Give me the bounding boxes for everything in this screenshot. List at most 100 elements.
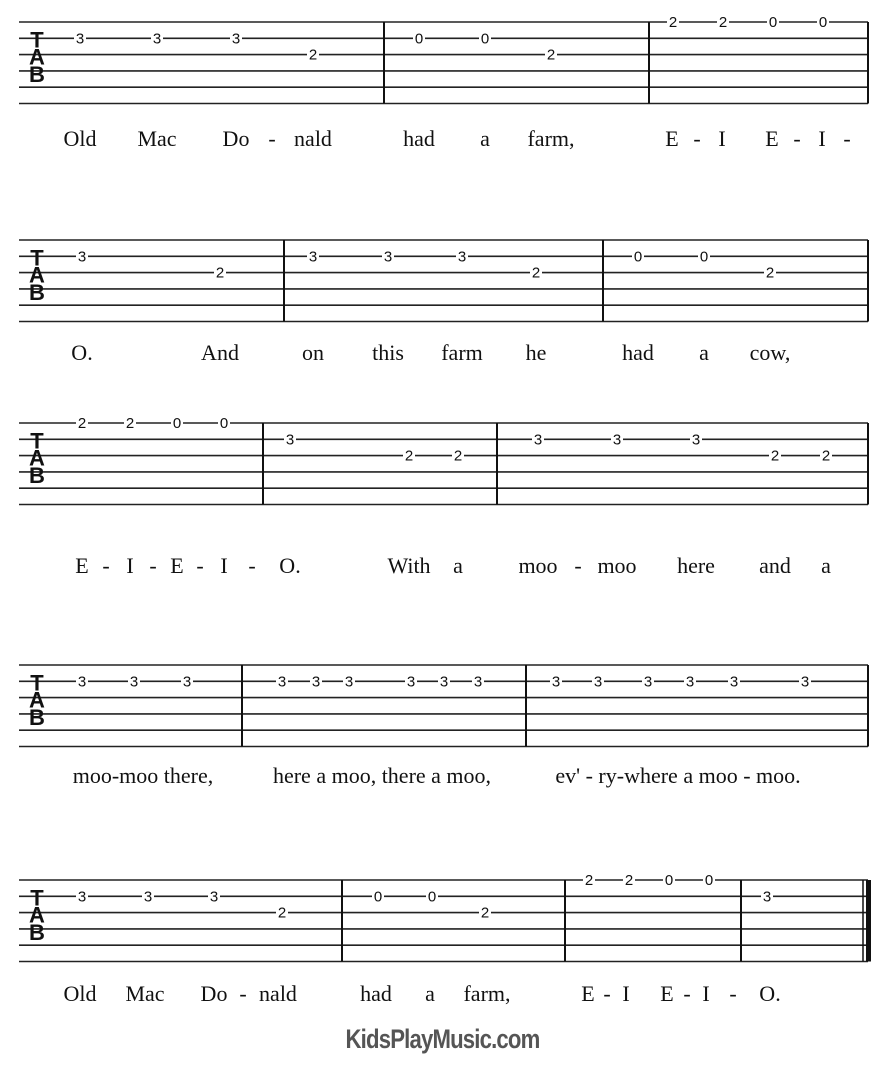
- fret-number: 3: [407, 673, 415, 690]
- fret-number: 0: [634, 248, 642, 265]
- lyric-hyphen: -: [603, 981, 611, 1006]
- fret-number: 3: [692, 431, 700, 448]
- lyric-syllable: E: [660, 981, 674, 1006]
- fret-number: 2: [78, 415, 86, 432]
- fret-number: 3: [183, 673, 191, 690]
- lyric-syllable: moo: [518, 553, 558, 578]
- fret-number: 2: [481, 905, 489, 922]
- fret-number: 3: [78, 673, 86, 690]
- lyric-syllable: I: [220, 553, 228, 578]
- fret-number: 2: [625, 872, 633, 889]
- lyric-syllable: moo: [597, 553, 637, 578]
- lyric-syllable: E: [581, 981, 595, 1006]
- lyric-hyphen: -: [268, 126, 276, 151]
- fret-number: 3: [144, 888, 152, 905]
- tab-clef-letter: B: [29, 705, 45, 730]
- fret-number: 3: [644, 673, 652, 690]
- lyric-syllable: I: [126, 553, 134, 578]
- lyric-hyphen: -: [683, 981, 691, 1006]
- fret-number: 3: [458, 248, 466, 265]
- lyric-syllable: on: [302, 340, 324, 365]
- fret-number: 2: [669, 14, 677, 31]
- fret-number: 3: [474, 673, 482, 690]
- lyric-syllable: farm,: [463, 981, 511, 1006]
- lyric-syllable: I: [718, 126, 726, 151]
- fret-number: 3: [76, 30, 84, 47]
- tab-staff-5: TAB3 3 320 022 2 0 03: [19, 872, 871, 963]
- lyric-syllable: Old: [63, 126, 97, 151]
- lyric-syllable: I: [622, 981, 630, 1006]
- lyric-syllable: Mac: [137, 126, 177, 151]
- fret-number: 3: [232, 30, 240, 47]
- lyric-hyphen: -: [693, 126, 701, 151]
- tab-clef-letter: B: [29, 280, 45, 305]
- lyric-syllable: farm: [441, 340, 483, 365]
- tab-staff-3: TAB2 2 0 032 23 3 32 2: [19, 415, 869, 506]
- lyric-hyphen: -: [196, 553, 204, 578]
- footer-site-name: KidsPlayMusic.com: [345, 1024, 540, 1054]
- fret-number: 3: [210, 888, 218, 905]
- lyric-syllable: this: [372, 340, 404, 365]
- tab-clef-letter: B: [29, 62, 45, 87]
- fret-number: 3: [686, 673, 694, 690]
- lyric-syllable: a: [453, 553, 463, 578]
- lyric-syllable: O.: [759, 981, 781, 1006]
- fret-number: 0: [700, 248, 708, 265]
- fret-number: 3: [801, 673, 809, 690]
- lyric-syllable: Old: [63, 981, 97, 1006]
- lyric-syllable: nald: [294, 126, 332, 151]
- lyric-syllable: With: [387, 553, 431, 578]
- fret-number: 3: [309, 248, 317, 265]
- lyric-syllable: I: [818, 126, 826, 151]
- lyric-hyphen: -: [248, 553, 256, 578]
- fret-number: 2: [405, 448, 413, 465]
- tab-clef-letter: B: [29, 920, 45, 945]
- lyric-syllable: cow,: [749, 340, 791, 365]
- fret-number: 3: [78, 248, 86, 265]
- lyric-syllable: Do: [222, 126, 250, 151]
- fret-number: 2: [719, 14, 727, 31]
- fret-number: 3: [130, 673, 138, 690]
- lyric-syllable: here a moo, there a moo,: [272, 763, 492, 788]
- lyric-hyphen: -: [793, 126, 801, 151]
- lyric-syllable: Do: [200, 981, 228, 1006]
- fret-number: 3: [552, 673, 560, 690]
- fret-number: 0: [374, 888, 382, 905]
- tab-staff-1: TAB3 3 320 022 2 0 0: [19, 14, 869, 105]
- lyric-syllable: a: [480, 126, 490, 151]
- lyric-syllable: Mac: [125, 981, 165, 1006]
- lyric-syllable: moo-moo there,: [72, 763, 214, 788]
- fret-number: 0: [173, 415, 181, 432]
- fret-number: 3: [153, 30, 161, 47]
- fret-number: 3: [440, 673, 448, 690]
- fret-number: 2: [547, 47, 555, 64]
- lyric-hyphen: -: [729, 981, 737, 1006]
- lyric-syllable: a: [699, 340, 709, 365]
- fret-number: 3: [613, 431, 621, 448]
- fret-number: 2: [585, 872, 593, 889]
- fret-number: 2: [766, 265, 774, 282]
- lyric-syllable: a: [425, 981, 435, 1006]
- final-barline-thick: [866, 880, 871, 962]
- fret-number: 2: [126, 415, 134, 432]
- lyric-syllable: and: [759, 553, 791, 578]
- lyric-syllable: had: [360, 981, 392, 1006]
- fret-number: 3: [763, 888, 771, 905]
- lyric-hyphen: -: [149, 553, 157, 578]
- fret-number: 3: [534, 431, 542, 448]
- fret-number: 3: [345, 673, 353, 690]
- lyric-syllable: nald: [259, 981, 297, 1006]
- fret-number: 2: [771, 448, 779, 465]
- fret-number: 3: [730, 673, 738, 690]
- fret-number: 2: [454, 448, 462, 465]
- fret-number: 2: [532, 265, 540, 282]
- fret-number: 0: [705, 872, 713, 889]
- fret-number: 0: [415, 30, 423, 47]
- lyric-syllable: ev' - ry-where a moo - moo.: [555, 763, 801, 788]
- lyric-syllable: farm,: [527, 126, 575, 151]
- fret-number: 0: [819, 14, 827, 31]
- lyric-syllable: had: [622, 340, 654, 365]
- fret-number: 2: [216, 265, 224, 282]
- lyric-syllable: And: [201, 340, 239, 365]
- lyric-syllable: had: [403, 126, 435, 151]
